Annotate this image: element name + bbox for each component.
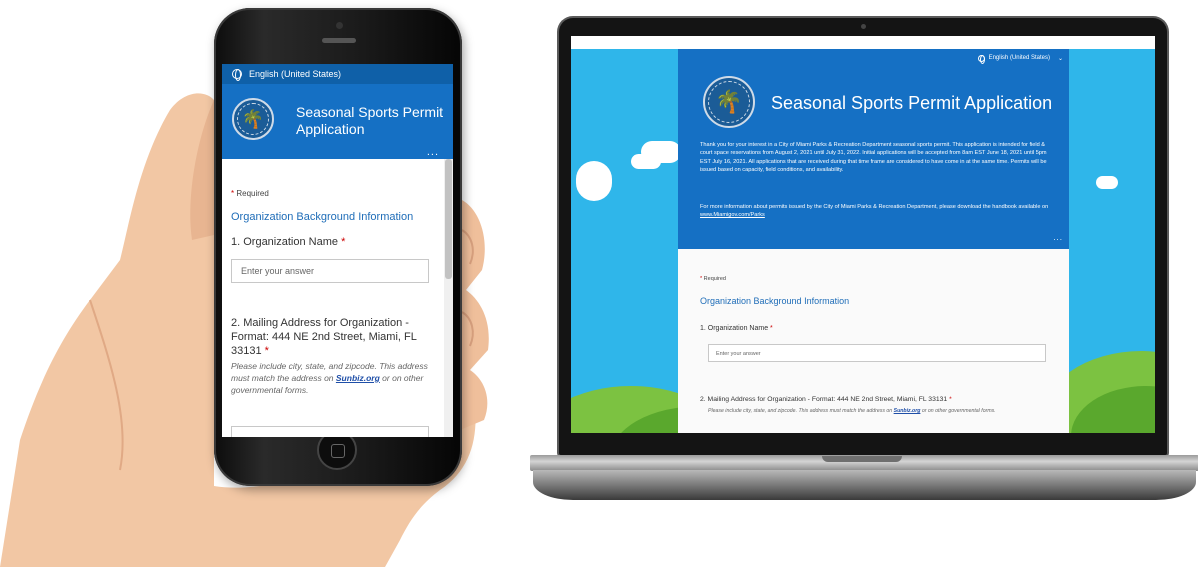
mailing-address-input[interactable] [231, 426, 429, 437]
phone-speaker [322, 38, 356, 43]
section-title: Organization Background Information [700, 296, 850, 306]
chevron-down-icon: ⌄ [1057, 55, 1063, 62]
form-body: * Required Organization Background Infor… [222, 159, 453, 396]
question-2-label: 2. Mailing Address for Organization - Fo… [700, 396, 952, 403]
form-title: Seasonal Sports Permit Application [771, 93, 1053, 113]
laptop-deck [533, 470, 1196, 500]
organization-name-input[interactable]: Enter your answer [708, 344, 1046, 362]
section-title: Organization Background Information [231, 211, 414, 223]
question-2-note: Please include city, state, and zipcode.… [231, 361, 428, 395]
sunbiz-link[interactable]: Sunbiz.org [336, 373, 380, 383]
phone-camera [336, 22, 343, 29]
form-intro: Thank you for your interest in a City of… [700, 142, 1047, 174]
laptop-notch [822, 456, 902, 462]
language-label: English (United States) [249, 69, 342, 79]
cloud [1096, 176, 1118, 189]
cloud [576, 161, 612, 201]
parks-link[interactable]: www.Miamigov.com/Parks [700, 212, 765, 218]
form-body: * Required Organization Background Infor… [678, 249, 1069, 433]
globe-icon [977, 54, 985, 64]
city-seal-logo: 🌴 [703, 76, 755, 128]
browser-top-bar [571, 36, 1155, 49]
laptop-screen: English (United States) ⌄ 🌴 Seasonal Spo… [571, 36, 1155, 433]
form-header: 🌴 Seasonal Sports Permit Application ... [222, 84, 453, 159]
scrollbar-thumb[interactable] [445, 159, 452, 279]
language-selector[interactable]: English (United States) [222, 64, 453, 84]
city-seal-logo: 🌴 [232, 98, 274, 140]
form-title: Seasonal Sports Permit Application [296, 104, 444, 137]
language-label: English (United States) [988, 55, 1050, 61]
smartphone: English (United States) 🌴 Seasonal Sport… [214, 8, 462, 486]
laptop-camera [861, 24, 866, 29]
required-note: * Required [231, 189, 269, 198]
organization-name-input[interactable]: Enter your answer [231, 259, 429, 283]
question-1-label: 1. Organization Name * [231, 236, 346, 248]
language-selector[interactable]: English (United States) ⌄ [977, 52, 1069, 64]
required-note: * Required [700, 276, 726, 282]
question-2-note: Please include city, state, and zipcode.… [708, 408, 996, 414]
globe-icon [232, 69, 242, 81]
sunbiz-link[interactable]: Sunbiz.org [894, 408, 921, 414]
question-1-label: 1. Organization Name * [700, 325, 773, 332]
form-header: English (United States) ⌄ 🌴 Seasonal Spo… [678, 49, 1069, 249]
cloud [631, 154, 661, 169]
form-page: English (United States) ⌄ 🌴 Seasonal Spo… [678, 49, 1069, 433]
question-2-label: 2. Mailing Address for Organization - Fo… [231, 317, 417, 357]
more-options-button[interactable]: ... [1053, 233, 1063, 242]
phone-screen: English (United States) 🌴 Seasonal Sport… [222, 64, 453, 437]
form-more-info: For more information about permits issue… [700, 204, 1049, 219]
more-options-button[interactable]: ... [427, 146, 439, 158]
